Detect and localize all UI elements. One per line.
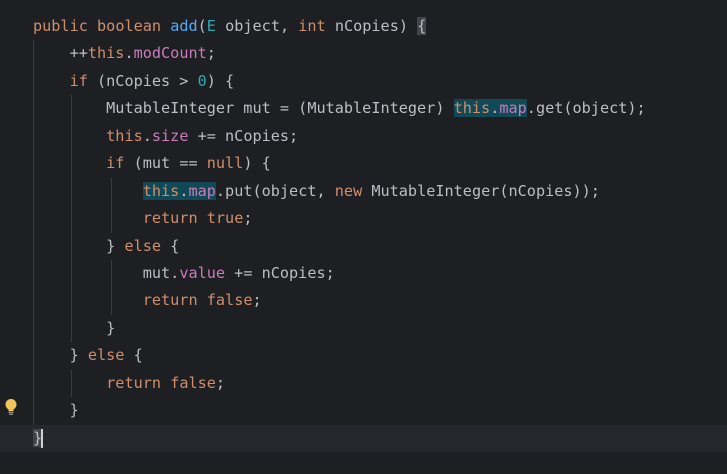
keyword-public: public	[33, 17, 88, 35]
usage-highlight: this.map	[453, 99, 527, 118]
code-line: }	[33, 314, 727, 343]
code-line: public boolean add(E object, int nCopies…	[33, 17, 427, 35]
code-line: ++this.modCount;	[33, 40, 727, 68]
usage-highlight: this.map	[142, 181, 216, 200]
code-line: } else {	[33, 342, 727, 370]
code-area[interactable]: public boolean add(E object, int nCopies…	[0, 13, 727, 452]
method-name: add	[170, 17, 198, 35]
text-caret	[41, 428, 44, 448]
indent-guide	[33, 40, 34, 68]
code-editor[interactable]: public boolean add(E object, int nCopies…	[0, 0, 727, 474]
code-line: this.size += nCopies;	[33, 122, 727, 151]
code-line: } else {	[33, 232, 727, 260]
keyword-boolean: boolean	[97, 17, 162, 35]
keyword-int: int	[298, 17, 326, 35]
matched-brace-open: {	[417, 17, 427, 35]
code-line: mut.value += nCopies;	[33, 259, 727, 288]
code-line: return true;	[33, 205, 727, 233]
type-parameter: E	[206, 17, 216, 35]
code-line: MutableInteger mut = (MutableInteger) th…	[33, 95, 727, 123]
code-line: this.map.put(object, new MutableInteger(…	[33, 177, 727, 206]
code-line: if (mut == null) {	[33, 150, 727, 178]
code-line: return false;	[33, 369, 727, 398]
code-line: }	[33, 397, 727, 425]
code-line: if (nCopies > 0) {	[33, 67, 727, 96]
current-line: }	[0, 424, 727, 452]
indent-guide	[33, 67, 34, 96]
lightbulb-icon[interactable]	[4, 398, 18, 416]
field-modCount: modCount	[133, 44, 207, 63]
code-line: return false;	[33, 287, 727, 315]
